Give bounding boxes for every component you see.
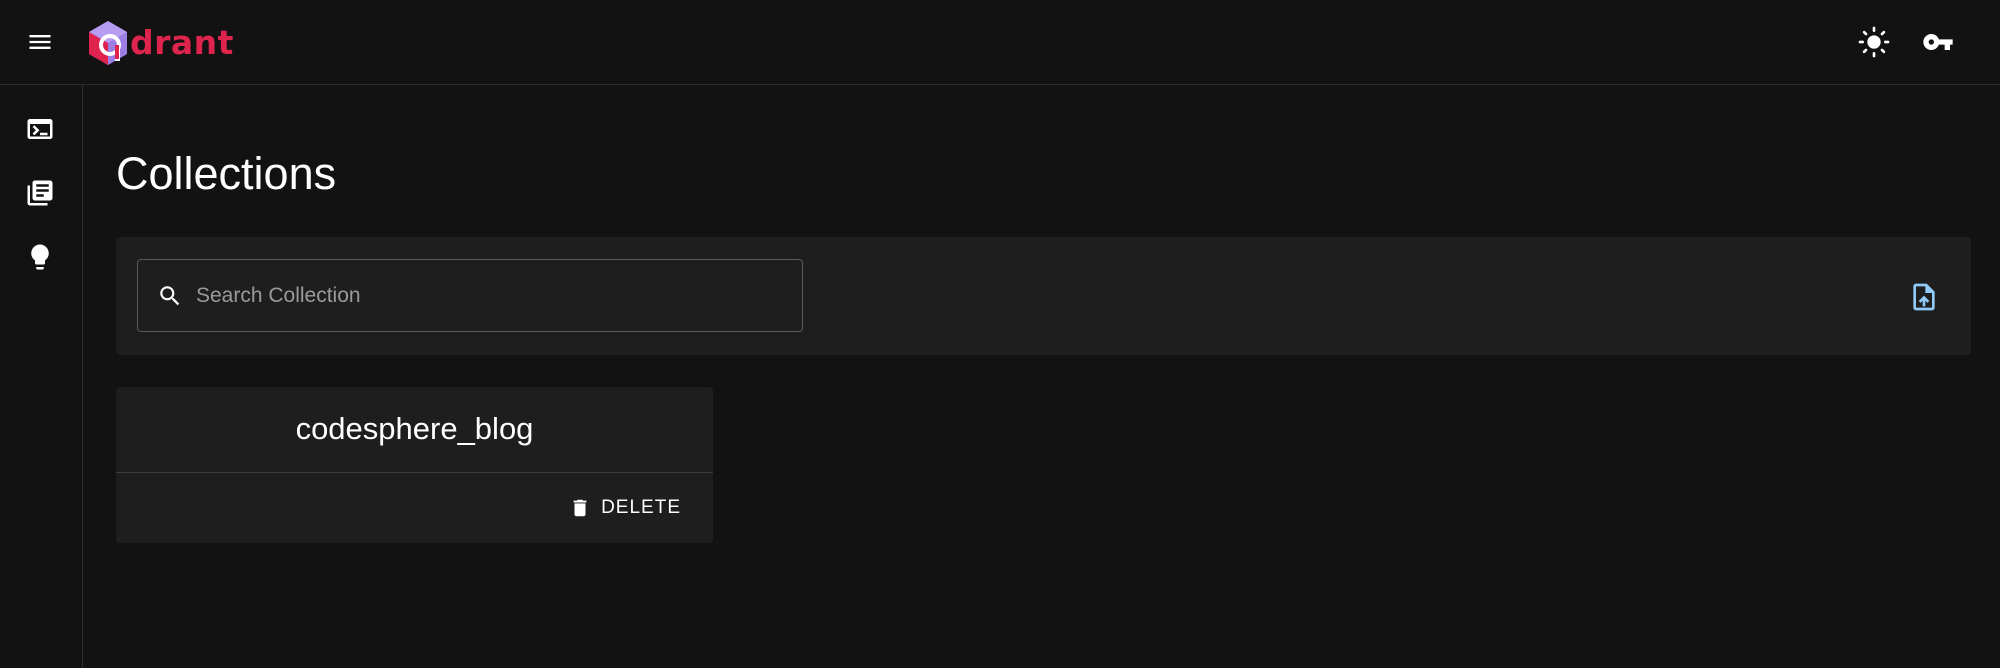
delete-label: DELETE: [601, 497, 681, 518]
delete-collection-button[interactable]: DELETE: [561, 489, 689, 527]
search-field[interactable]: [137, 259, 803, 332]
light-mode-icon: [1858, 26, 1890, 58]
search-icon: [156, 282, 184, 310]
sidebar-item-tutorial[interactable]: [20, 237, 60, 277]
menu-button[interactable]: [20, 22, 60, 62]
collection-name[interactable]: codesphere_blog: [116, 387, 713, 471]
collections-toolbar: [116, 237, 1971, 355]
sidebar-item-collections[interactable]: [20, 173, 60, 213]
logo-text: drant: [130, 23, 234, 62]
terminal-icon: [27, 119, 53, 139]
upload-snapshot-button[interactable]: [1904, 277, 1944, 317]
collection-card[interactable]: codesphere_blog DELETE: [116, 387, 713, 543]
sidebar-item-console[interactable]: [20, 109, 60, 149]
qdrant-logo[interactable]: drant: [86, 19, 234, 67]
top-app-bar: drant: [0, 0, 2000, 85]
qdrant-logo-mark: [89, 21, 127, 65]
trash-icon: [573, 499, 587, 517]
page-title: Collections: [116, 148, 337, 199]
key-icon: [1923, 34, 1953, 50]
card-divider: [116, 472, 713, 473]
search-input[interactable]: [194, 282, 788, 309]
library-books-icon: [27, 180, 53, 206]
sidebar: [0, 85, 83, 668]
theme-toggle-button[interactable]: [1854, 22, 1894, 62]
menu-icon: [29, 35, 51, 49]
api-key-button[interactable]: [1918, 22, 1958, 62]
lightbulb-icon: [31, 244, 49, 270]
upload-file-icon: [1913, 283, 1935, 311]
